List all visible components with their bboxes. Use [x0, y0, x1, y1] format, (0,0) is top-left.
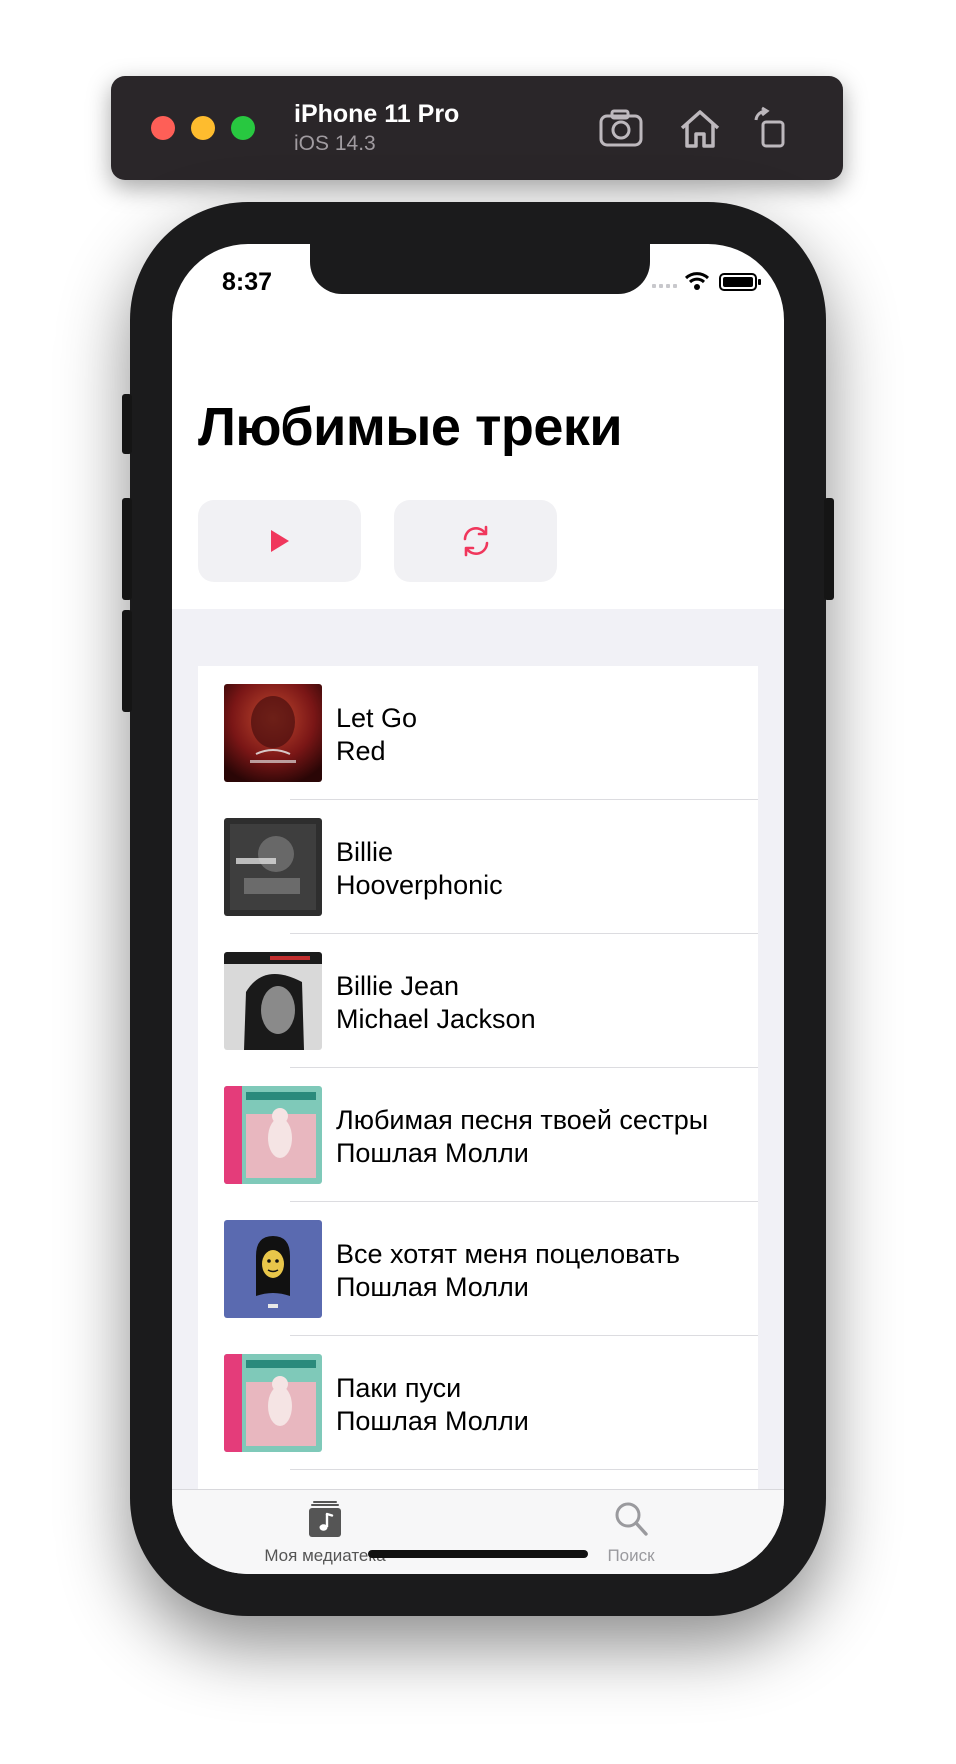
home-icon[interactable]	[677, 106, 723, 150]
track-row[interactable]: Billie Jean Michael Jackson	[198, 934, 758, 1068]
album-cover	[224, 818, 322, 916]
tab-search[interactable]: Поиск	[478, 1490, 784, 1574]
album-cover	[224, 952, 322, 1050]
search-icon	[613, 1500, 649, 1538]
album-cover	[224, 684, 322, 782]
track-row[interactable]: Let Go Red	[198, 666, 758, 800]
track-title: Let Go	[336, 703, 418, 733]
track-list[interactable]: Let Go Red Billie Hooverphonic Billie Je…	[198, 666, 758, 1490]
wifi-icon	[684, 272, 710, 290]
status-icons	[652, 270, 762, 294]
tab-library[interactable]: Моя медиатека	[172, 1490, 478, 1574]
zoom-window-button[interactable]	[231, 116, 255, 140]
track-artist: Пошлая Молли	[336, 1138, 529, 1168]
power-button	[824, 498, 834, 600]
tab-bar: Моя медиатека Поиск	[172, 1489, 784, 1574]
track-row[interactable]: Все хотят меня поцеловать Пошлая Молли	[198, 1202, 758, 1336]
library-icon	[307, 1500, 343, 1538]
row-separator	[290, 1469, 758, 1470]
os-version: iOS 14.3	[294, 132, 376, 155]
phone-screen: 8:37 Любимые треки Let Go Red Billie Hoo…	[172, 244, 784, 1574]
track-row[interactable]: Паки пуси Пошлая Молли	[198, 1336, 758, 1470]
status-time: 8:37	[222, 268, 273, 296]
track-title: Billie Jean	[336, 971, 460, 1001]
album-cover	[224, 1220, 322, 1318]
home-indicator	[368, 1550, 588, 1558]
album-cover	[224, 1086, 322, 1184]
rotate-icon[interactable]	[750, 106, 796, 150]
track-row[interactable]: Billie Hooverphonic	[198, 800, 758, 934]
repeat-icon	[463, 525, 488, 557]
track-title: Billie	[336, 837, 394, 867]
track-artist: Пошлая Молли	[336, 1406, 529, 1436]
battery-icon	[719, 273, 761, 291]
mute-switch	[122, 394, 132, 454]
track-artist: Hooverphonic	[336, 870, 503, 900]
repeat-button[interactable]	[394, 500, 557, 582]
track-artist: Red	[336, 736, 386, 766]
play-button[interactable]	[198, 500, 361, 582]
page-title: Любимые треки	[198, 397, 623, 457]
minimize-window-button[interactable]	[191, 116, 215, 140]
cellular-signal-icon	[652, 284, 677, 288]
track-artist: Michael Jackson	[336, 1004, 536, 1034]
simulator-title-bar: iPhone 11 Pro iOS 14.3	[111, 76, 843, 180]
volume-down-button	[122, 610, 132, 712]
device-name: iPhone 11 Pro	[294, 100, 460, 128]
track-title: Любимая песня твоей сестры	[336, 1105, 709, 1135]
volume-up-button	[122, 498, 132, 600]
track-title: Все хотят меня поцеловать	[336, 1239, 680, 1269]
close-window-button[interactable]	[151, 116, 175, 140]
album-cover	[224, 1354, 322, 1452]
iphone-frame: 8:37 Любимые треки Let Go Red Billie Hoo…	[122, 202, 834, 1616]
track-artist: Пошлая Молли	[336, 1272, 529, 1302]
track-title: Паки пуси	[336, 1373, 462, 1403]
screenshot-icon[interactable]	[598, 106, 644, 150]
notch	[310, 244, 650, 294]
play-icon	[270, 530, 289, 552]
track-row[interactable]: Любимая песня твоей сестры Пошлая Молли	[198, 1068, 758, 1202]
